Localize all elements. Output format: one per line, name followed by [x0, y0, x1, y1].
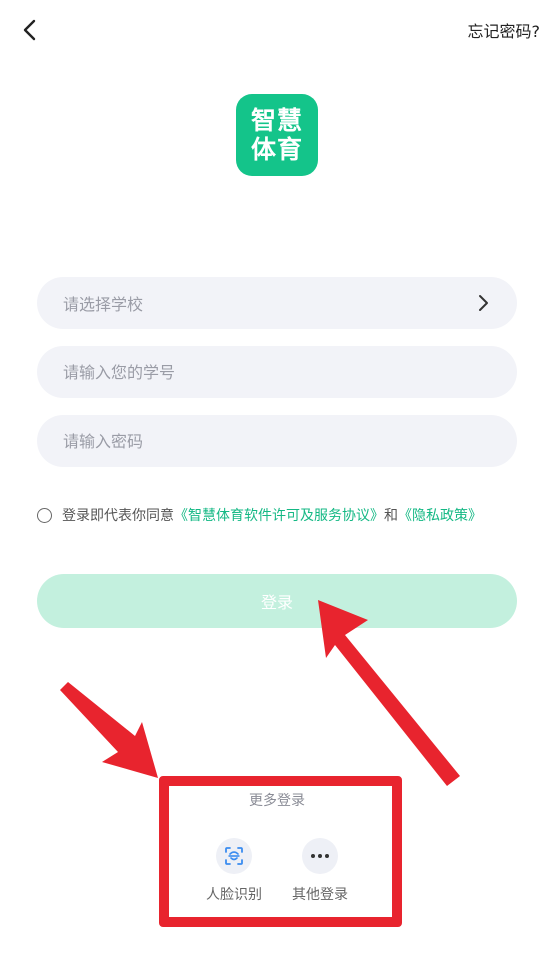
face-login-label: 人脸识别: [206, 887, 262, 903]
terms-link[interactable]: 《智慧体育软件许可及服务协议》: [174, 505, 384, 525]
student-id-input[interactable]: [63, 362, 491, 382]
more-dots-icon: [302, 838, 338, 874]
logo-text-line1: 智慧: [250, 106, 303, 135]
other-login-label: 其他登录: [292, 887, 348, 903]
password-input[interactable]: [63, 431, 491, 451]
logo-text-line2: 体育: [250, 135, 303, 164]
login-button-label: 登录: [260, 593, 293, 612]
privacy-link[interactable]: 《隐私政策》: [398, 505, 482, 525]
school-select[interactable]: 请选择学校: [37, 277, 517, 329]
school-select-placeholder: 请选择学校: [63, 295, 144, 314]
chevron-left-icon: [23, 19, 36, 41]
agreement-radio[interactable]: [37, 507, 52, 523]
password-field[interactable]: [37, 415, 517, 467]
face-recognition-icon: [216, 838, 252, 874]
more-login-title: 更多登录: [249, 793, 305, 809]
other-login-option[interactable]: 其他登录: [280, 838, 360, 904]
agreement-row: 登录即代表你同意 《智慧体育软件许可及服务协议》 和 《隐私政策》: [37, 505, 482, 525]
forgot-password-link[interactable]: 忘记密码?: [468, 18, 541, 42]
student-id-field[interactable]: [37, 346, 517, 398]
chevron-right-icon: [479, 295, 488, 311]
face-login-option[interactable]: 人脸识别: [194, 838, 274, 904]
app-logo: 智慧 体育: [236, 94, 318, 176]
annotation-arrow-more: [60, 682, 158, 778]
agreement-prefix: 登录即代表你同意: [62, 508, 174, 524]
agreement-and: 和: [384, 508, 398, 524]
login-button[interactable]: 登录: [37, 574, 517, 628]
back-button[interactable]: [14, 14, 46, 46]
